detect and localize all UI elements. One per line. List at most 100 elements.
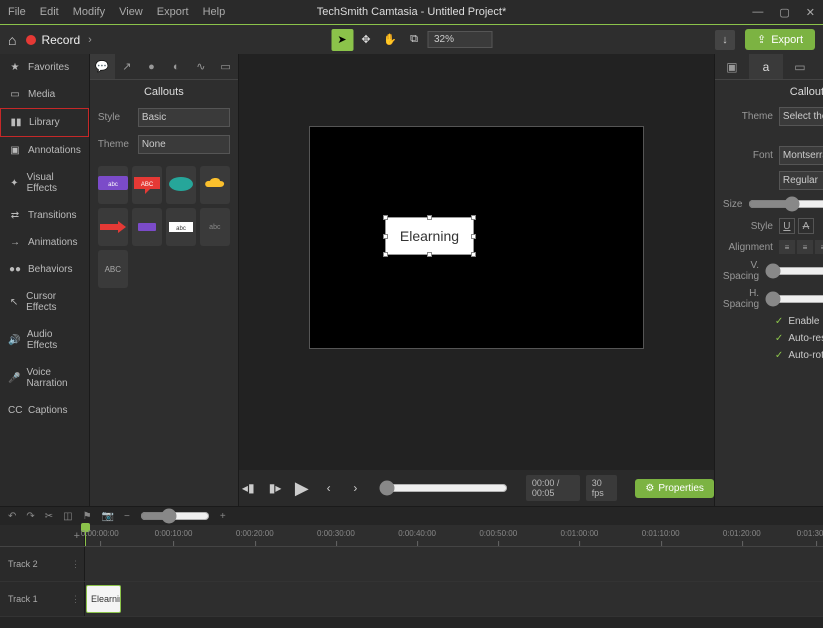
strikethrough-button[interactable]: A <box>798 218 814 234</box>
cut-icon[interactable]: ✂ <box>45 511 53 522</box>
callout-thumb[interactable] <box>98 208 128 246</box>
track-options-icon[interactable]: ⋮ <box>71 559 80 570</box>
timeline-zoom-slider[interactable] <box>140 508 210 524</box>
callout-thumb[interactable] <box>132 208 162 246</box>
pointer-tool-icon[interactable]: ➤ <box>331 29 353 51</box>
sidebar-item-voice-narration[interactable]: 🎤Voice Narration <box>0 359 89 397</box>
callout-thumb[interactable]: abc <box>200 208 230 246</box>
tab-arrows-icon[interactable]: ↗ <box>115 54 140 79</box>
align-right-button[interactable]: ≡ <box>815 240 823 254</box>
download-icon[interactable]: ↓ <box>715 30 735 50</box>
menu-modify[interactable]: Modify <box>73 6 105 18</box>
props-weight-select[interactable]: Regular <box>779 171 823 190</box>
props-tab-visual-icon[interactable]: ▣ <box>715 54 749 79</box>
callout-thumb[interactable] <box>166 166 196 204</box>
crop-tool-icon[interactable]: ⧉ <box>403 29 425 51</box>
underline-button[interactable]: U <box>779 218 795 234</box>
tab-sketch-icon[interactable]: ∿ <box>189 54 214 79</box>
autoresize-checkbox[interactable]: ✓Auto-resize Text <box>715 330 823 347</box>
menu-view[interactable]: View <box>119 6 143 18</box>
align-center-button[interactable]: ≡ <box>797 240 813 254</box>
align-left-button[interactable]: ≡ <box>779 240 795 254</box>
split-icon[interactable]: ◫ <box>63 511 72 522</box>
menu-export[interactable]: Export <box>157 6 189 18</box>
playback-slider[interactable] <box>379 480 508 496</box>
props-tab-callout-icon[interactable]: ▭ <box>783 54 817 79</box>
tab-shapes-icon[interactable]: ● <box>139 54 164 79</box>
timeline-clip[interactable]: Elearning <box>86 585 121 613</box>
props-size-label: Size <box>723 199 742 210</box>
gear-icon: ⚙ <box>645 483 654 494</box>
home-icon[interactable]: ⌂ <box>8 32 16 48</box>
minimize-icon[interactable]: — <box>752 6 763 19</box>
callout-thumb[interactable]: abc <box>166 208 196 246</box>
sidebar-item-media[interactable]: ▭Media <box>0 81 89 108</box>
properties-button[interactable]: ⚙Properties <box>635 479 714 498</box>
hspacing-slider[interactable] <box>765 291 823 307</box>
sidebar-item-audio-effects[interactable]: 🔊Audio Effects <box>0 321 89 359</box>
camera-icon[interactable]: 📷 <box>102 511 114 522</box>
props-font-select[interactable]: Montserrat <box>779 146 823 165</box>
menu-edit[interactable]: Edit <box>40 6 59 18</box>
track-2[interactable]: Track 2⋮ <box>0 547 823 582</box>
ligatures-checkbox[interactable]: ✓Enable Font Ligatures <box>715 313 823 330</box>
sidebar-item-library[interactable]: ▮▮Library <box>0 108 89 137</box>
zoom-select[interactable]: 32% <box>427 31 492 48</box>
maximize-icon[interactable]: ▢ <box>779 6 789 19</box>
sidebar-item-captions[interactable]: CCCaptions <box>0 397 89 424</box>
redo-icon[interactable]: ↷ <box>26 511 34 522</box>
tab-callouts-icon[interactable]: 💬 <box>90 54 115 79</box>
style-select[interactable]: Basic <box>138 108 230 127</box>
add-track-button[interactable]: + <box>0 525 85 546</box>
check-icon: ✓ <box>775 316 783 327</box>
tab-blur-icon[interactable]: ◐ <box>164 54 189 79</box>
canvas[interactable]: Elearning <box>309 126 644 349</box>
callout-thumb[interactable]: ABC <box>132 166 162 204</box>
prev-frame-button[interactable]: ◂▮ <box>239 477 258 499</box>
prev-marker-button[interactable]: ‹ <box>319 477 338 499</box>
track-1-header[interactable]: Track 1⋮ <box>0 582 85 616</box>
pan-tool-icon[interactable]: ✋ <box>379 29 401 51</box>
vspacing-slider[interactable] <box>765 263 823 279</box>
sidebar-item-favorites[interactable]: ★Favorites <box>0 54 89 81</box>
cursor-icon: ↖ <box>8 297 20 308</box>
menu-file[interactable]: File <box>8 6 26 18</box>
sidebar-item-annotations[interactable]: ▣Annotations <box>0 137 89 164</box>
autorotate-checkbox[interactable]: ✓Auto-rotate Text <box>715 347 823 364</box>
props-theme-select[interactable]: Select theme... <box>779 107 823 126</box>
track-1[interactable]: Track 1⋮ Elearning <box>0 582 823 617</box>
callout-thumb[interactable]: ABC <box>98 250 128 288</box>
callout-thumb[interactable] <box>200 166 230 204</box>
play-button[interactable]: ▶ <box>292 477 311 499</box>
tab-keystroke-icon[interactable]: ▭ <box>213 54 238 79</box>
props-style-label: Style <box>723 221 773 232</box>
record-menu-chevron-icon[interactable]: › <box>88 34 92 46</box>
sidebar-item-cursor-effects[interactable]: ↖Cursor Effects <box>0 283 89 321</box>
next-frame-button[interactable]: ▮▸ <box>266 477 285 499</box>
fps-display: 30 fps <box>586 475 618 501</box>
sidebar-item-transitions[interactable]: ⇄Transitions <box>0 202 89 229</box>
undo-icon[interactable]: ↶ <box>8 511 16 522</box>
zoom-in-icon[interactable]: + <box>220 511 226 522</box>
timeline-ruler[interactable]: 0:00:00:00 0:00:10:00 0:00:20:00 0:00:30… <box>85 525 823 546</box>
size-slider[interactable] <box>748 196 823 212</box>
props-tab-text-icon[interactable]: a <box>749 54 783 79</box>
sidebar-item-animations[interactable]: →Animations <box>0 229 89 256</box>
sidebar-item-behaviors[interactable]: ●●Behaviors <box>0 256 89 283</box>
export-button[interactable]: ⇪Export <box>745 29 815 50</box>
record-button[interactable]: Record <box>41 33 80 47</box>
track-2-header[interactable]: Track 2⋮ <box>0 547 85 581</box>
close-icon[interactable]: ✕ <box>806 6 815 19</box>
theme-select[interactable]: None <box>138 135 230 154</box>
track-options-icon[interactable]: ⋮ <box>71 594 80 605</box>
callout-object[interactable]: Elearning <box>385 217 474 255</box>
callout-thumb[interactable]: abc <box>98 166 128 204</box>
menu-help[interactable]: Help <box>203 6 226 18</box>
move-tool-icon[interactable]: ✥ <box>355 29 377 51</box>
svg-text:ABC: ABC <box>141 182 154 188</box>
captions-icon: CC <box>8 405 22 416</box>
marker-icon[interactable]: ⚑ <box>83 511 92 522</box>
next-marker-button[interactable]: › <box>346 477 365 499</box>
zoom-out-icon[interactable]: − <box>124 511 130 522</box>
sidebar-item-visual-effects[interactable]: ✦Visual Effects <box>0 164 89 202</box>
